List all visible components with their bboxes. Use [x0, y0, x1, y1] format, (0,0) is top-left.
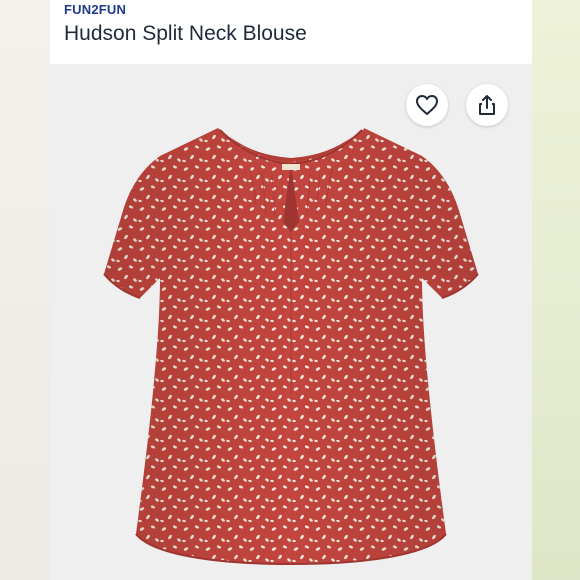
heart-outline-icon [416, 95, 438, 115]
favorite-button[interactable] [406, 84, 448, 126]
left-backdrop [0, 0, 50, 580]
blouse-image [103, 128, 479, 566]
product-image[interactable] [50, 64, 532, 580]
product-card: FUN2FUN Hudson Split Neck Blouse [50, 0, 532, 580]
brand-name[interactable]: FUN2FUN [64, 2, 126, 17]
share-button[interactable] [466, 84, 508, 126]
right-backdrop [532, 0, 580, 580]
product-title: Hudson Split Neck Blouse [64, 22, 307, 45]
share-icon [479, 95, 495, 115]
